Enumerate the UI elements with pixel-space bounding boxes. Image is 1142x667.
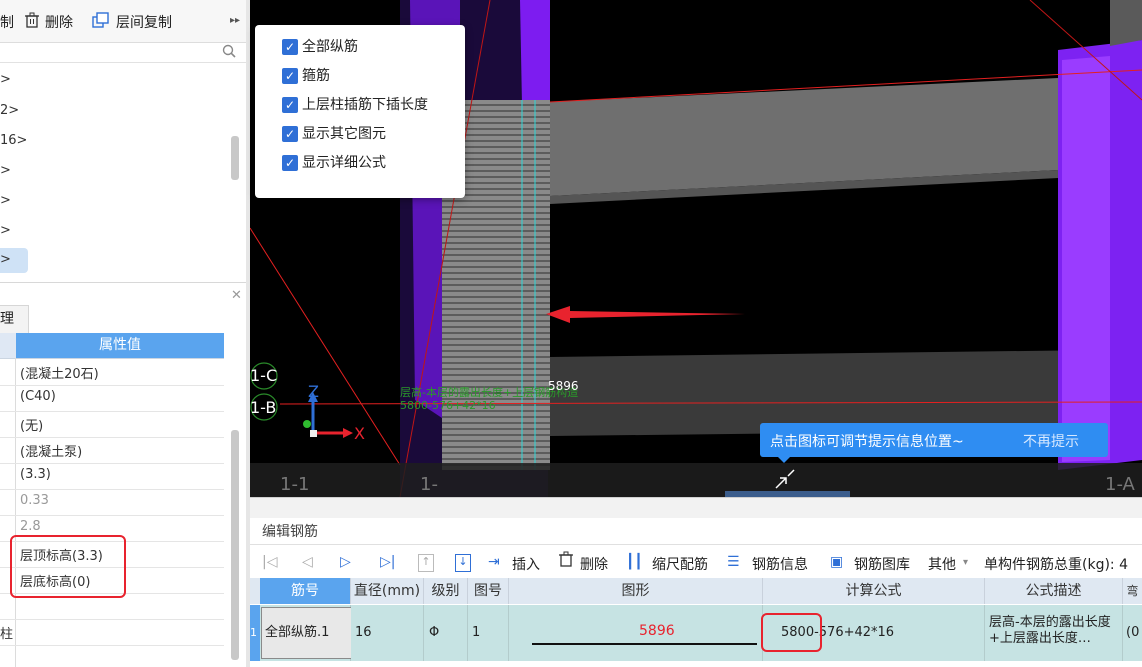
display-options-popup: ✓ 全部纵筋 ✓ 箍筋 ✓ 上层柱插筋下插长度 ✓ 显示其它图元 ✓ 显示详细公式	[255, 25, 465, 198]
property-row[interactable]: (无)	[0, 411, 224, 438]
cell-figure-no[interactable]: 1	[468, 605, 509, 661]
chart-bars-icon[interactable]: ┃┃	[626, 554, 643, 570]
divider	[0, 282, 246, 283]
grid-label: 1-1	[280, 474, 309, 495]
layer-toolbar: 制 删除 层间复制 ▸▸	[0, 0, 246, 43]
hint-tooltip: 点击图标可调节提示信息位置~ 不再提示	[760, 423, 1108, 463]
checkbox-checked-icon[interactable]: ✓	[282, 39, 298, 55]
grid-label: 1-	[420, 474, 438, 495]
checkbox-checked-icon[interactable]: ✓	[282, 126, 298, 142]
property-row[interactable]: (C40)	[0, 385, 224, 412]
col-formula[interactable]: 计算公式	[763, 578, 985, 604]
option-show-other-elements[interactable]: ✓ 显示其它图元	[282, 123, 386, 145]
chevron-down-icon[interactable]: ▾	[963, 557, 968, 568]
delete-layer-button[interactable]: 删除	[45, 12, 73, 32]
prev-icon[interactable]: ◁	[302, 554, 313, 570]
col-figure-no[interactable]: 图号	[468, 578, 509, 604]
overlay-formula: 5800-576+42*16	[400, 399, 496, 412]
cell-description[interactable]: 层高-本层的露出长度+上层露出长度…	[985, 605, 1123, 661]
tree-item[interactable]: >	[0, 159, 11, 183]
trash-icon[interactable]	[24, 12, 40, 32]
library-icon[interactable]: ▣	[830, 554, 843, 570]
cell-bar-no[interactable]: 全部纵筋.1	[260, 605, 352, 661]
tree-item[interactable]: >	[0, 68, 11, 92]
tree-item-selected[interactable]: >	[0, 248, 28, 273]
next-icon[interactable]: ▷	[340, 554, 351, 570]
left-panel: 制 删除 层间复制 ▸▸ > 2> 16> > > > > ✕ 理 属性值 (混…	[0, 0, 250, 667]
splitter[interactable]	[250, 497, 1142, 519]
tree-item[interactable]: 2>	[0, 99, 19, 123]
col-bar-no[interactable]: 筋号	[260, 578, 351, 604]
col-extra[interactable]: 弯	[1123, 578, 1142, 604]
grid-label: 1-A	[1105, 474, 1136, 495]
total-weight-label: 单构件钢筋总重(kg): 4	[984, 557, 1128, 573]
hint-text: 点击图标可调节提示信息位置~	[770, 434, 964, 450]
more-icon[interactable]: ▸▸	[230, 15, 240, 26]
other-menu[interactable]: 其他	[928, 554, 956, 574]
col-grade[interactable]: 级别	[424, 578, 468, 604]
checkbox-checked-icon[interactable]: ✓	[282, 155, 298, 171]
cell-grade[interactable]: Φ	[424, 605, 468, 661]
tree-item[interactable]: >	[0, 189, 11, 213]
highlight-box	[10, 535, 126, 598]
first-icon[interactable]: |◁	[262, 554, 277, 570]
panel-title: 编辑钢筋	[262, 524, 318, 540]
tooltip-arrow	[778, 457, 790, 463]
grid-label: 1-B	[250, 398, 276, 417]
info-list-icon[interactable]: ☰	[727, 554, 740, 570]
option-stirrups[interactable]: ✓ 箍筋	[282, 65, 330, 87]
rebar-library-button[interactable]: 钢筋图库	[854, 554, 910, 574]
z-axis-label: Z	[308, 382, 319, 401]
cell-diameter[interactable]: 16	[351, 605, 424, 661]
option-upper-dowel-length[interactable]: ✓ 上层柱插筋下插长度	[282, 94, 428, 116]
grid-label: 1-C	[250, 366, 277, 385]
tree-item[interactable]: >	[0, 219, 11, 243]
move-up-icon[interactable]: ↑	[418, 554, 434, 572]
last-icon[interactable]: ▷|	[380, 554, 395, 570]
col-description[interactable]: 公式描述	[985, 578, 1123, 604]
cell-shape[interactable]: 5896	[509, 605, 763, 661]
option-all-longitudinal[interactable]: ✓ 全部纵筋	[282, 36, 358, 58]
tab-properties[interactable]: 理	[0, 305, 29, 334]
x-axis-label: X	[354, 424, 365, 443]
shape-length: 5896	[639, 623, 675, 639]
col-shape[interactable]: 图形	[509, 578, 763, 604]
divider	[250, 544, 1142, 545]
checkbox-checked-icon[interactable]: ✓	[282, 97, 298, 113]
insert-button[interactable]: 插入	[512, 554, 540, 574]
dimension-value: 5896	[548, 379, 579, 393]
copy-between-layers-button[interactable]: 层间复制	[116, 12, 172, 32]
delete-button[interactable]: 删除	[580, 554, 608, 574]
rebar-info-button[interactable]: 钢筋信息	[752, 554, 808, 574]
scale-rebar-button[interactable]: 缩尺配筋	[652, 554, 708, 574]
option-show-detailed-formula[interactable]: ✓ 显示详细公式	[282, 152, 386, 174]
trash-icon[interactable]	[558, 551, 574, 571]
tree-search-field[interactable]	[0, 42, 246, 63]
rebar-shape-line	[532, 643, 757, 645]
property-row[interactable]: (混凝土20石)	[0, 359, 224, 386]
insert-icon[interactable]: ⇥	[488, 554, 500, 570]
col-diameter[interactable]: 直径(mm)	[351, 578, 424, 604]
property-row[interactable]: 0.33	[0, 489, 224, 516]
properties-header: 属性值	[0, 333, 224, 359]
move-down-icon[interactable]: ↓	[455, 554, 471, 572]
checkbox-checked-icon[interactable]: ✓	[282, 68, 298, 84]
rebar-editor-panel: 编辑钢筋 |◁ ◁ ▷ ▷| ↑ ↓ ⇥ 插入 删除 ┃┃ 缩尺配筋 ☰ 钢筋信…	[250, 518, 1142, 667]
properties-scrollbar[interactable]	[231, 430, 239, 660]
copy-icon[interactable]	[92, 12, 110, 32]
property-row[interactable]: 柱	[0, 619, 224, 646]
close-icon[interactable]: ✕	[231, 288, 242, 303]
highlight-box	[761, 613, 822, 652]
property-row[interactable]: (混凝土泵)	[0, 437, 224, 464]
tree-item[interactable]: 16>	[0, 129, 27, 153]
property-value-header: 属性值	[16, 333, 224, 358]
property-row[interactable]: (3.3)	[0, 463, 224, 490]
tree-scrollbar[interactable]	[231, 136, 239, 180]
cell-extra[interactable]: (0	[1123, 605, 1142, 661]
search-icon[interactable]	[222, 44, 236, 58]
cut-button[interactable]: 制	[0, 12, 14, 32]
dont-show-again-link[interactable]: 不再提示	[1023, 431, 1079, 451]
